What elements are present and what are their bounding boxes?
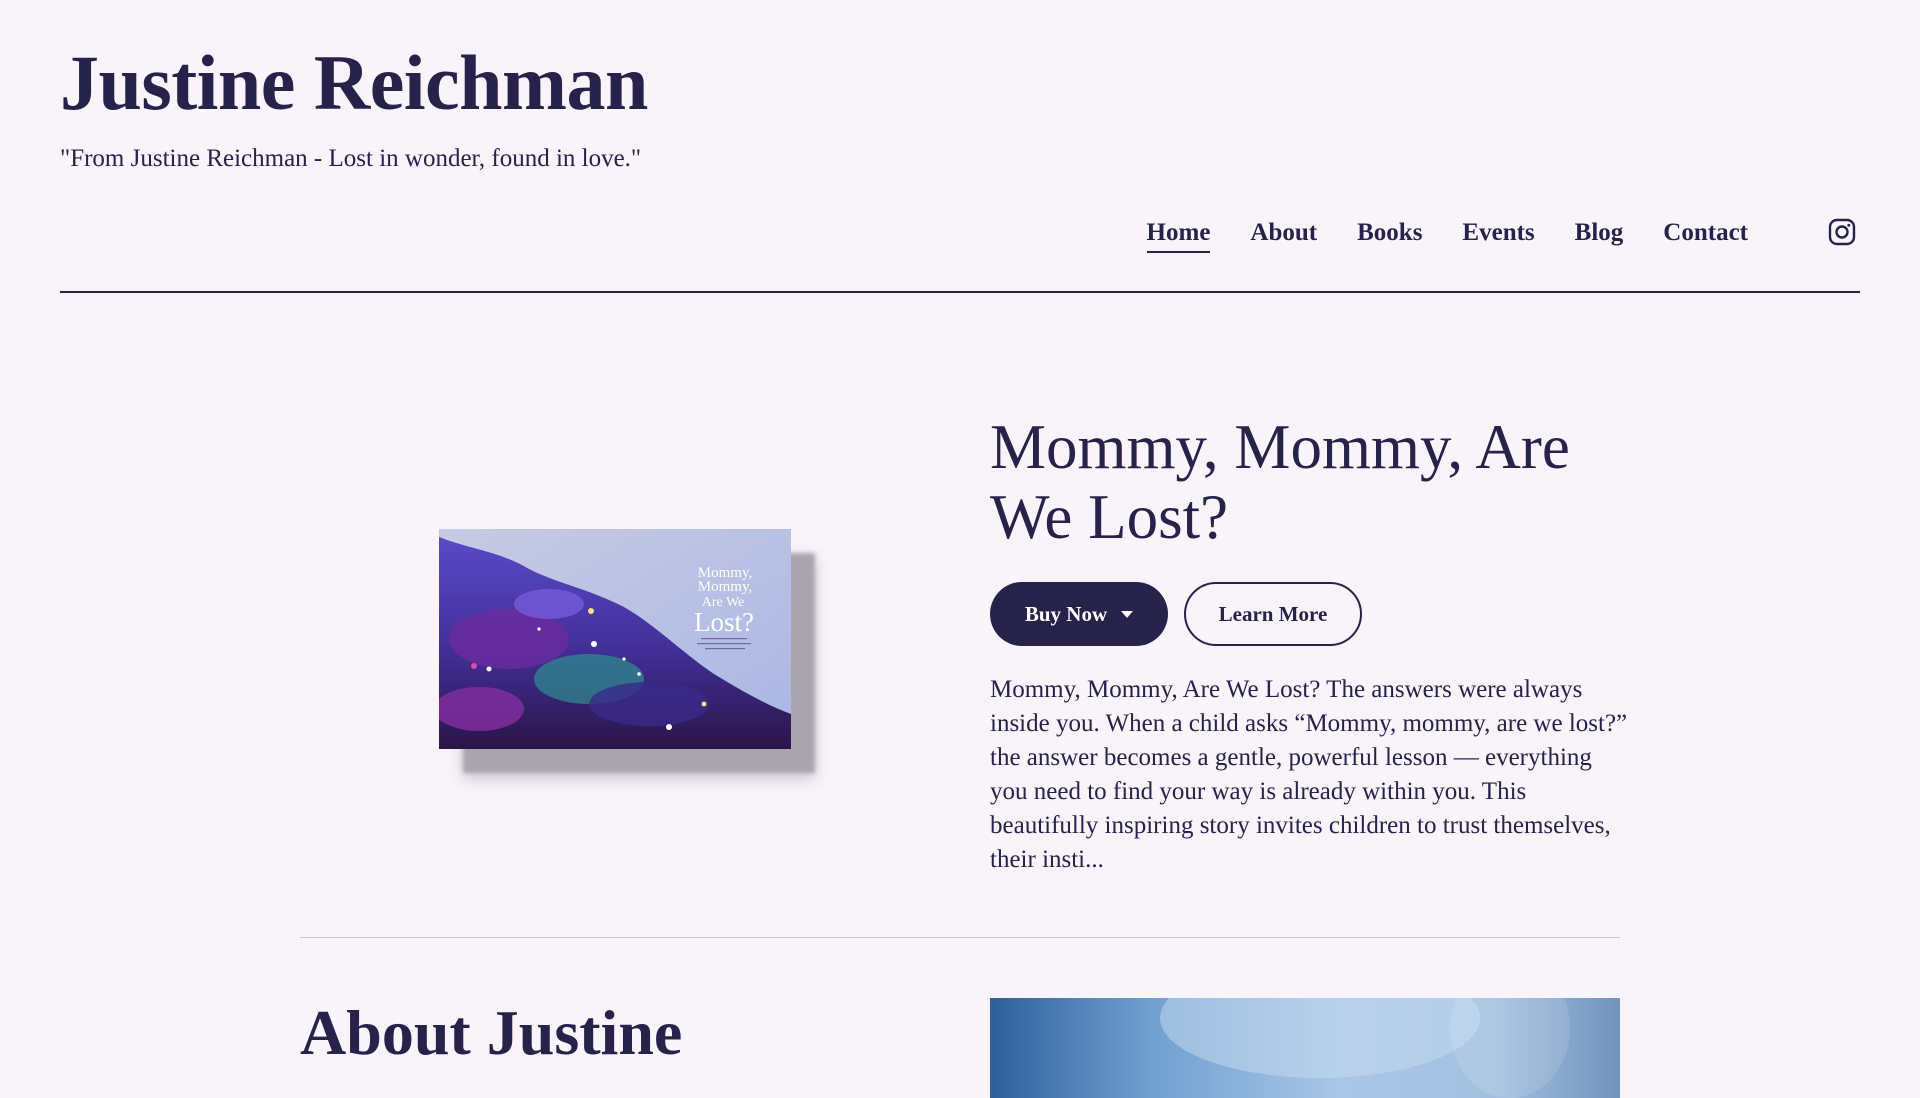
nav-events[interactable]: Events [1462,218,1534,253]
site-tagline: "From Justine Reichman - Lost in wonder,… [60,145,642,172]
nav-blog[interactable]: Blog [1575,218,1624,253]
about-heading: About Justine [300,997,683,1068]
section-divider [300,937,1620,938]
book-title: Mommy, Mommy, Are We Lost? [990,412,1570,552]
cover-title-line-4: Lost? [694,607,754,637]
caret-down-icon [1121,610,1134,618]
book-description: Mommy, Mommy, Are We Lost? The answers w… [990,676,1628,873]
buy-now-label: Buy Now [1024,601,1108,626]
nav-home[interactable]: Home [1146,218,1211,253]
site-title[interactable]: Justine Reichman [60,44,648,122]
nav-about[interactable]: About [1250,218,1317,253]
site-header: Justine Reichman "From Justine Reichman … [60,0,1860,293]
book-cover-image[interactable]: Mommy, Mommy, Are We Lost? [439,529,791,749]
cover-title-line-2: Mommy, [698,579,752,595]
main-nav: Home About Books Events Blog Contact [1146,218,1748,253]
author-photo [990,998,1620,1098]
buy-now-button[interactable]: Buy Now [990,582,1168,646]
instagram-icon[interactable] [1828,218,1856,246]
learn-more-button[interactable]: Learn More [1184,582,1362,646]
nav-books[interactable]: Books [1357,218,1422,253]
book-cover-link[interactable]: Mommy, Mommy, Are We Lost? [439,529,815,773]
nav-contact[interactable]: Contact [1663,218,1748,253]
